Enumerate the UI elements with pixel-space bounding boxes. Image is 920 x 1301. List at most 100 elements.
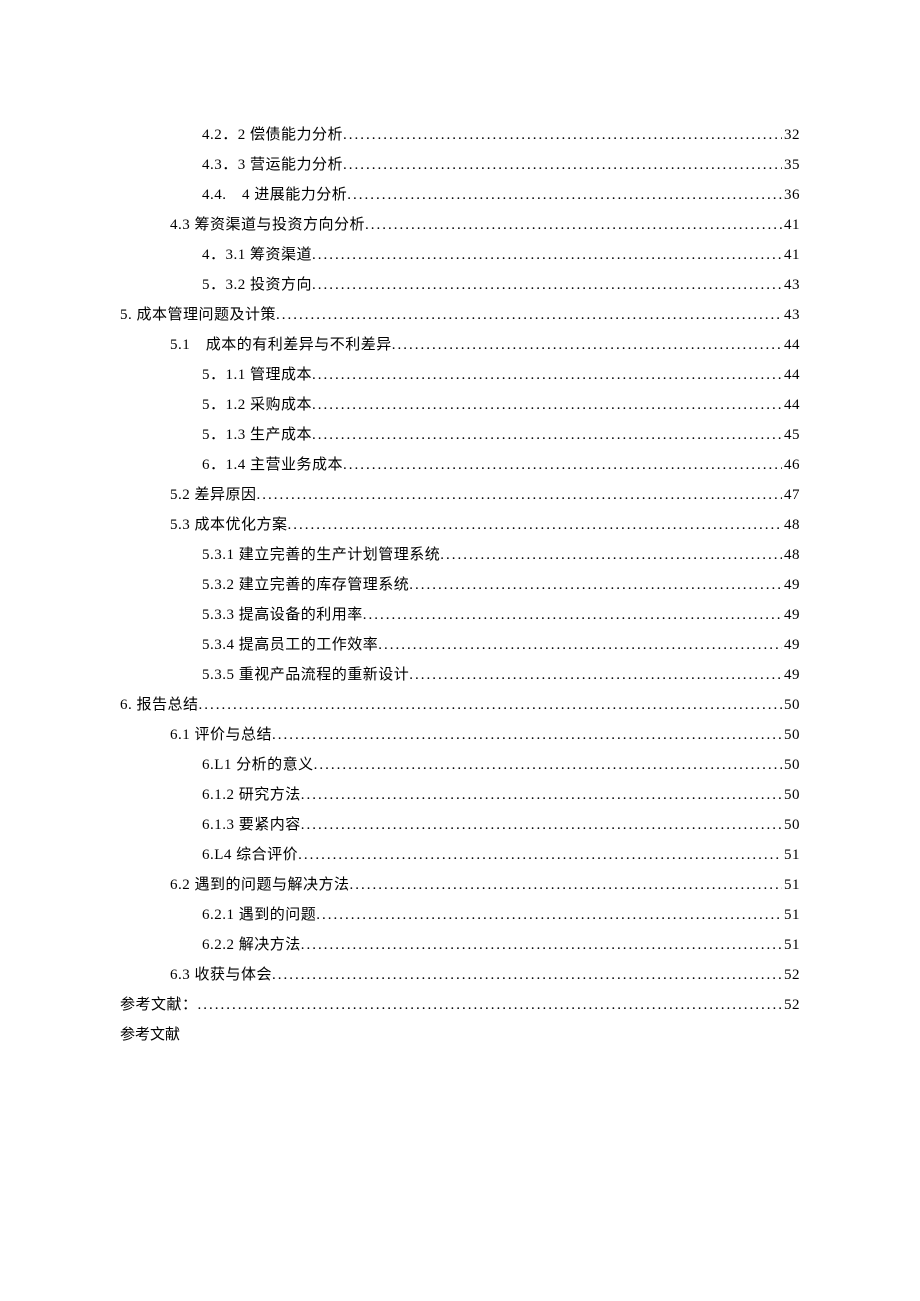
toc-entry: 5.2 差异原因47 [120,480,800,510]
toc-page-number: 51 [782,930,800,960]
toc-page-number: 41 [782,240,800,270]
toc-leader-dots [392,330,782,360]
toc-label: 6. 报告总结 [120,690,199,720]
toc-page-number: 46 [782,450,800,480]
toc-label: 6.2.2 解决方法 [202,930,301,960]
toc-page-number: 49 [782,600,800,630]
toc-page-number: 48 [782,540,800,570]
toc-entry: 6.2 遇到的问题与解决方法 51 [120,870,800,900]
toc-page-number: 43 [782,270,800,300]
toc-leader-dots [347,180,782,210]
toc-entry: 6.L4 综合评价 51 [120,840,800,870]
toc-page-number: 43 [782,300,800,330]
toc-leader-dots [409,570,782,600]
toc-leader-dots [363,600,782,630]
toc-page-number: 47 [782,480,800,510]
toc-label: 4.4. 4 进展能力分析 [202,180,347,210]
toc-page-number: 49 [782,660,800,690]
toc-entry: 参考文献： 52 [120,990,800,1020]
toc-entry: 5．3.2 投资方向43 [120,270,800,300]
toc-leader-dots [301,810,782,840]
toc-label: 6.L4 综合评价 [202,840,298,870]
toc-entry: 5．1.3 生产成本 45 [120,420,800,450]
toc-leader-dots [378,630,782,660]
toc-label: 6.1.2 研究方法 [202,780,301,810]
toc-leader-dots [276,300,782,330]
toc-page-number: 51 [782,840,800,870]
toc-label: 4．3.1 筹资渠道 [202,240,312,270]
toc-page-number: 51 [782,870,800,900]
toc-leader-dots [440,540,782,570]
toc-leader-dots [409,660,782,690]
toc-leader-dots [298,840,782,870]
toc-label: 4.2．2 偿债能力分析 [202,120,343,150]
toc-label: 6.L1 分析的意义 [202,750,314,780]
toc-entry: 6．1.4 主营业务成本 46 [120,450,800,480]
toc-entry: 5.3.3 提高设备的利用率 49 [120,600,800,630]
toc-page-number: 51 [782,900,800,930]
toc-leader-dots [272,960,782,990]
toc-entry: 4.2．2 偿债能力分析 32 [120,120,800,150]
toc-page-number: 44 [782,390,800,420]
toc-entry: 4.4. 4 进展能力分析 36 [120,180,800,210]
toc-page-number: 50 [782,780,800,810]
toc-label: 5.3.1 建立完善的生产计划管理系统 [202,540,440,570]
toc-page-number: 32 [782,120,800,150]
toc-leader-dots [350,870,782,900]
toc-page-number: 52 [782,960,800,990]
toc-leader-dots [343,450,782,480]
toc-label: 5.1 成本的有利差异与不利差异 [170,330,392,360]
toc-page-number: 44 [782,360,800,390]
toc-entry: 5.1 成本的有利差异与不利差异 44 [120,330,800,360]
toc-entry: 6.3 收获与体会 52 [120,960,800,990]
toc-entry: 6.2.1 遇到的问题 51 [120,900,800,930]
toc-label: 6.2.1 遇到的问题 [202,900,316,930]
toc-entry: 5.3.4 提高员工的工作效率 49 [120,630,800,660]
toc-label: 5．1.1 管理成本 [202,360,312,390]
toc-entry: 5.3.2 建立完善的库存管理系统 49 [120,570,800,600]
toc-entry: 4.3 筹资渠道与投资方向分析 41 [120,210,800,240]
toc-label: 5．1.3 生产成本 [202,420,312,450]
toc-page-number: 41 [782,210,800,240]
toc-label: 6.1.3 要紧内容 [202,810,301,840]
toc-entry: 5. 成本管理问题及计策43 [120,300,800,330]
toc-page-number: 49 [782,570,800,600]
toc-leader-dots [301,780,782,810]
toc-page-number: 36 [782,180,800,210]
toc-entry: 5.3.5 重视产品流程的重新设计49 [120,660,800,690]
toc-entry: 5．1.2 采购成本 44 [120,390,800,420]
toc-leader-dots [343,120,782,150]
toc-leader-dots [257,480,782,510]
table-of-contents: 4.2．2 偿债能力分析324.3．3 营运能力分析354.4. 4 进展能力分… [120,120,800,1020]
toc-page-number: 52 [782,990,800,1020]
toc-label: 6.2 遇到的问题与解决方法 [170,870,350,900]
toc-label: 5.3.3 提高设备的利用率 [202,600,363,630]
toc-label: 4.3．3 营运能力分析 [202,150,343,180]
toc-page-number: 49 [782,630,800,660]
toc-page-number: 44 [782,330,800,360]
toc-leader-dots [312,360,782,390]
toc-label: 6.1 评价与总结 [170,720,272,750]
toc-page-number: 50 [782,810,800,840]
toc-page-number: 35 [782,150,800,180]
toc-label: 4.3 筹资渠道与投资方向分析 [170,210,365,240]
toc-leader-dots [301,930,782,960]
toc-leader-dots [272,720,782,750]
toc-entry: 5.3.1 建立完善的生产计划管理系统 48 [120,540,800,570]
toc-label: 6.3 收获与体会 [170,960,272,990]
toc-entry: 6.1.3 要紧内容 50 [120,810,800,840]
toc-page-number: 45 [782,420,800,450]
toc-entry: 6. 报告总结50 [120,690,800,720]
toc-leader-dots [198,990,782,1020]
toc-entry: 6.L1 分析的意义50 [120,750,800,780]
page: 4.2．2 偿债能力分析324.3．3 营运能力分析354.4. 4 进展能力分… [0,0,920,1050]
references-heading: 参考文献 [120,1020,800,1050]
toc-leader-dots [312,270,782,300]
toc-label: 5.3.2 建立完善的库存管理系统 [202,570,409,600]
toc-entry: 4.3．3 营运能力分析 35 [120,150,800,180]
toc-label: 6．1.4 主营业务成本 [202,450,343,480]
toc-entry: 6.2.2 解决方法 51 [120,930,800,960]
toc-label: 5.3.4 提高员工的工作效率 [202,630,378,660]
toc-label: 参考文献： [120,990,198,1020]
toc-label: 5．1.2 采购成本 [202,390,312,420]
